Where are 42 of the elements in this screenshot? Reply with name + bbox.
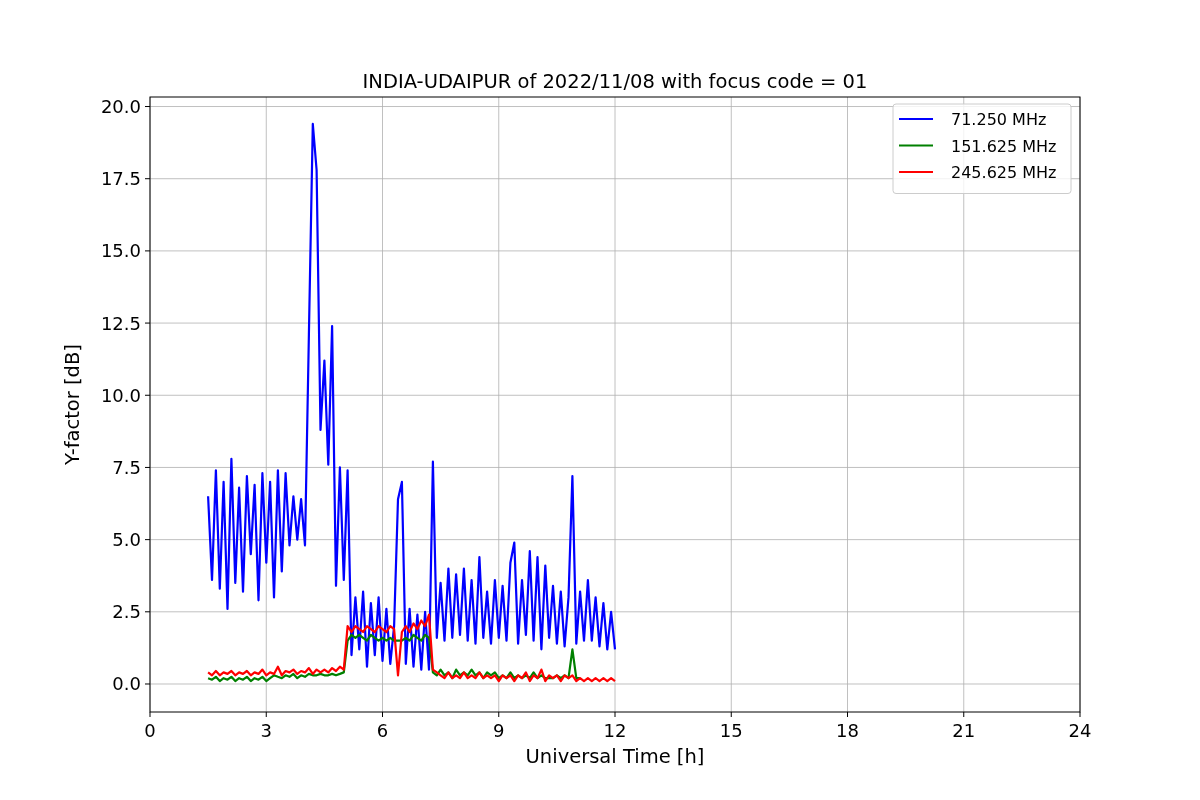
tick-mark xyxy=(265,711,267,718)
tick-mark xyxy=(963,711,965,718)
tick-mark xyxy=(144,539,151,541)
y-tick-label: 2.5 xyxy=(112,601,141,623)
tick-mark xyxy=(144,611,151,613)
tick-mark xyxy=(847,711,848,718)
x-tick-label: 12 xyxy=(603,720,627,741)
y-tick-label: 0.0 xyxy=(112,673,141,695)
x-tick-label: 21 xyxy=(952,720,976,741)
tick-mark xyxy=(382,711,383,718)
x-tick-label: 6 xyxy=(376,720,389,741)
x-tick-label: 18 xyxy=(836,720,859,741)
y-tick-label: 12.5 xyxy=(100,312,141,334)
tick-mark xyxy=(144,683,151,685)
tick-mark xyxy=(144,250,151,252)
tick-mark xyxy=(144,322,151,324)
legend-label: 71.250 MHz xyxy=(951,110,1047,129)
y-axis-label: Y-factor [dB] xyxy=(61,344,84,465)
x-tick-label: 9 xyxy=(493,720,505,741)
tick-mark xyxy=(144,394,151,396)
y-tick-label: 10.0 xyxy=(100,384,141,406)
x-tick-label: 0 xyxy=(144,720,156,741)
legend-label: 245.625 MHz xyxy=(951,163,1057,182)
tick-mark xyxy=(144,178,151,180)
x-tick-label: 15 xyxy=(719,720,743,741)
y-tick-label: 15.0 xyxy=(100,240,141,262)
tick-mark xyxy=(1079,711,1081,718)
tick-mark xyxy=(149,711,151,718)
y-tick-label: 7.5 xyxy=(112,456,141,478)
legend-label: 151.625 MHz xyxy=(951,136,1057,156)
y-tick-label: 20.0 xyxy=(100,96,141,118)
tick-mark xyxy=(498,711,500,718)
x-axis-label: Universal Time [h] xyxy=(525,745,705,768)
x-tick-label: 24 xyxy=(1068,720,1092,741)
tick-mark xyxy=(144,106,151,108)
x-tick-label: 3 xyxy=(260,720,272,741)
y-tick-label: 17.5 xyxy=(100,168,141,190)
tick-mark xyxy=(730,711,732,718)
chart-title: INDIA-UDAIPUR of 2022/11/08 with focus code = 01 xyxy=(362,70,868,93)
y-tick-label: 5.0 xyxy=(112,529,141,551)
tick-mark xyxy=(614,711,616,718)
tick-mark xyxy=(144,466,151,468)
